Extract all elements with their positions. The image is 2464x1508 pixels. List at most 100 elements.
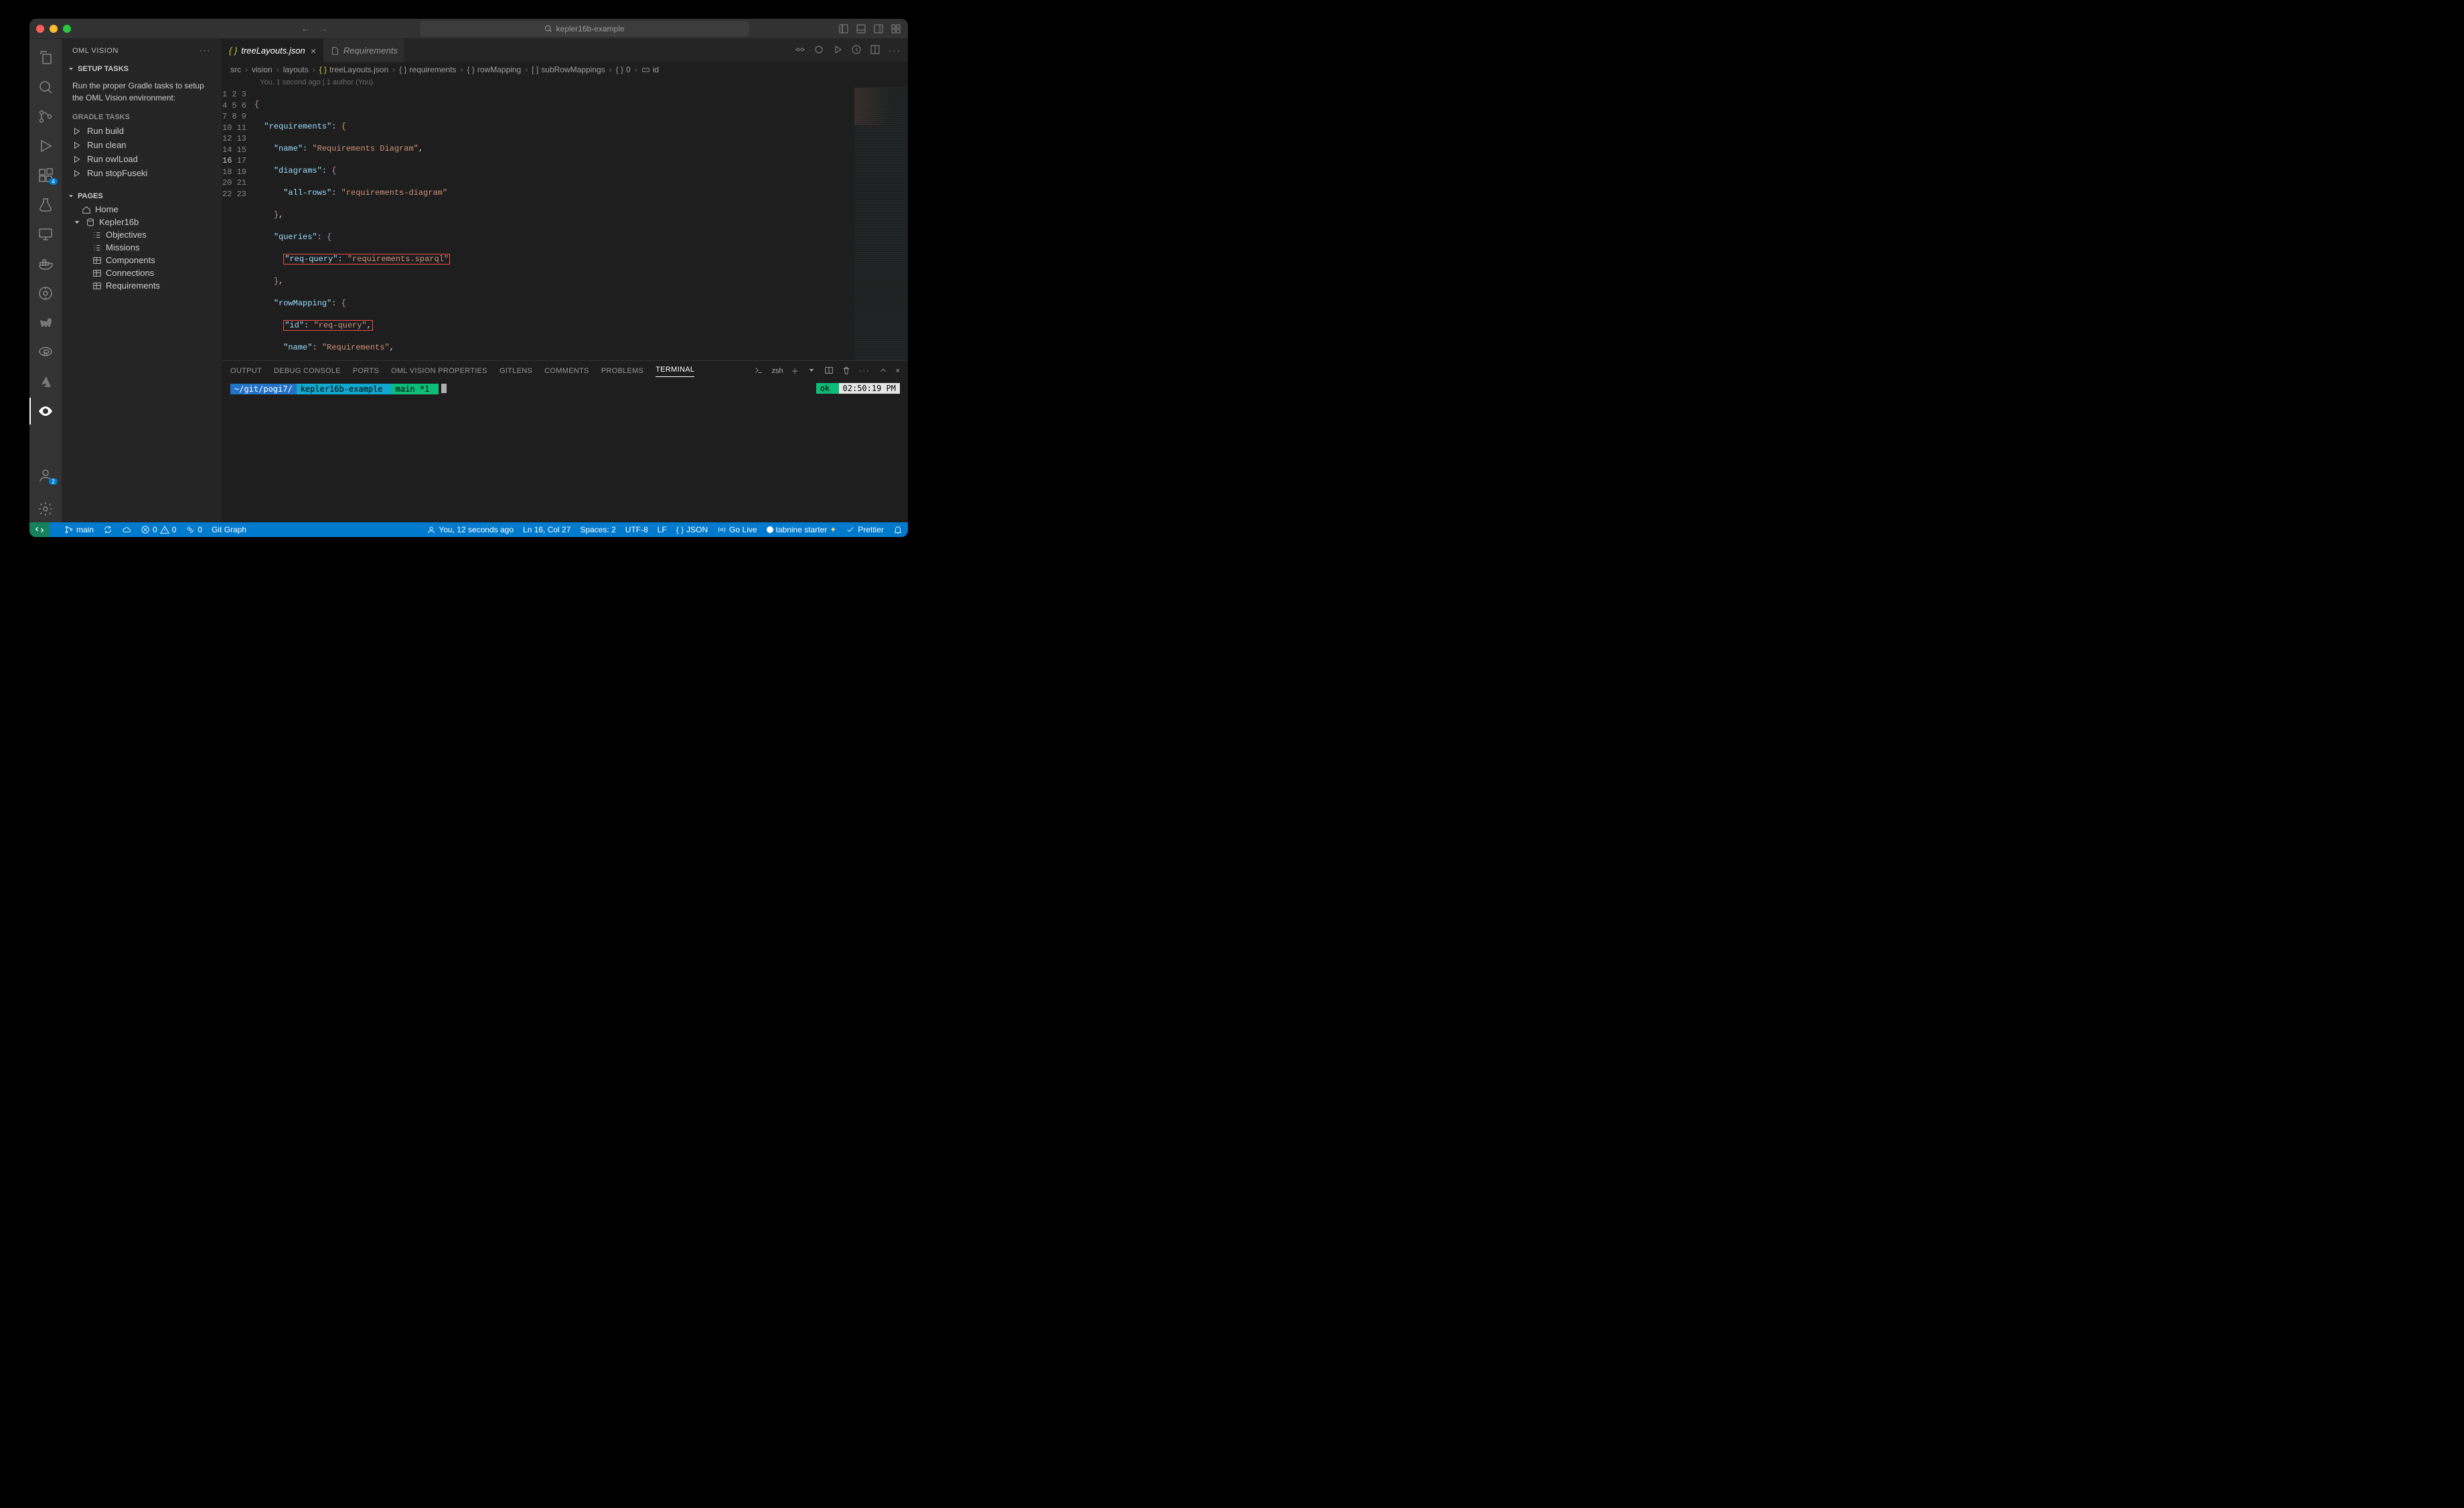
terminal-dropdown-icon[interactable]	[807, 366, 816, 377]
pages-components[interactable]: Components	[62, 254, 222, 267]
sidebar-more-icon[interactable]: ···	[200, 47, 211, 55]
minimap[interactable]	[854, 88, 908, 360]
nav-forward-button[interactable]: →	[317, 22, 331, 35]
pages-kepler-folder[interactable]: Kepler16b	[62, 216, 222, 228]
toggle-primary-sidebar-icon[interactable]	[838, 23, 849, 34]
more-actions-icon[interactable]: ···	[889, 46, 901, 56]
timeline-icon[interactable]	[851, 44, 862, 57]
tab-treelayouts[interactable]: { } treeLayouts.json ×	[222, 39, 323, 62]
pages-objectives[interactable]: Objectives	[62, 228, 222, 241]
gradle-task-stopfuseki[interactable]: Run stopFuseki	[62, 166, 222, 180]
toggle-secondary-sidebar-icon[interactable]	[873, 23, 884, 34]
tabnine-button[interactable]: tabnine starter ✦	[767, 525, 837, 534]
docker-icon[interactable]	[29, 250, 62, 277]
pages-home[interactable]: Home	[62, 203, 222, 216]
close-tab-icon[interactable]: ×	[311, 46, 316, 56]
blame-status[interactable]: You, 12 seconds ago	[427, 525, 514, 534]
close-window-button[interactable]	[36, 25, 44, 33]
panel-tab-problems[interactable]: PROBLEMS	[601, 367, 644, 375]
pages-requirements[interactable]: Requirements	[62, 279, 222, 292]
crumb[interactable]: vision	[252, 65, 273, 74]
item-label: Connections	[106, 268, 154, 278]
vscode-window: ← → kepler16b-example 4	[29, 19, 908, 537]
gitgraph-button[interactable]: Git Graph	[212, 525, 246, 534]
gradle-icon[interactable]	[29, 309, 62, 336]
r-icon[interactable]	[29, 339, 62, 366]
panel-tab-gitlens[interactable]: GITLENS	[499, 367, 532, 375]
remote-explorer-icon[interactable]	[29, 221, 62, 248]
panel-more-icon[interactable]: ···	[859, 367, 870, 375]
zoom-window-button[interactable]	[63, 25, 71, 33]
code-content[interactable]: { "requirements": { "name": "Requirement…	[254, 88, 908, 360]
golive-button[interactable]: Go Live	[717, 525, 757, 534]
blame-text: You, 12 seconds ago	[439, 525, 514, 534]
pages-header[interactable]: PAGES	[62, 190, 222, 203]
testing-icon[interactable]	[29, 192, 62, 218]
gradle-task-owlload[interactable]: Run owlLoad	[62, 152, 222, 166]
breadcrumb[interactable]: src› vision› layouts› { } treeLayouts.js…	[222, 62, 908, 77]
setup-tasks-header[interactable]: SETUP TASKS	[62, 62, 222, 76]
maximize-panel-icon[interactable]	[878, 366, 888, 377]
source-control-icon[interactable]	[29, 103, 62, 130]
nav-back-button[interactable]: ←	[299, 22, 313, 35]
panel-tab-terminal[interactable]: TERMINAL	[656, 366, 694, 377]
oml-vision-icon[interactable]	[29, 398, 62, 425]
crumb[interactable]: rowMapping	[477, 65, 521, 74]
settings-gear-icon[interactable]	[29, 496, 62, 522]
command-center[interactable]: kepler16b-example	[420, 21, 749, 36]
branch-button[interactable]: main	[64, 525, 94, 534]
minimize-window-button[interactable]	[50, 25, 58, 33]
terminal-shell-name[interactable]: zsh	[771, 367, 783, 375]
close-panel-icon[interactable]: ×	[896, 367, 900, 375]
crumb[interactable]: id	[653, 65, 659, 74]
panel-tab-comments[interactable]: COMMENTS	[544, 367, 589, 375]
terminal[interactable]: ok 02:50:19 PM ~/git/pogi7/kepler16b-exa…	[222, 381, 908, 522]
new-terminal-icon[interactable]: ＋	[791, 366, 799, 376]
notifications-button[interactable]	[893, 525, 903, 534]
crumb[interactable]: 0	[626, 65, 631, 74]
crumb[interactable]: src	[230, 65, 241, 74]
panel-tab-debug[interactable]: DEBUG CONSOLE	[274, 367, 341, 375]
prettier-button[interactable]: Prettier	[846, 525, 884, 534]
gitlens-toggle-icon[interactable]	[795, 44, 805, 57]
language-button[interactable]: { } JSON	[676, 525, 708, 534]
crumb[interactable]: layouts	[283, 65, 309, 74]
toggle-panel-icon[interactable]	[856, 23, 866, 34]
gitlens-icon[interactable]	[29, 280, 62, 307]
problems-button[interactable]: 0 0	[141, 525, 176, 534]
cloud-button[interactable]	[122, 525, 131, 534]
kill-terminal-icon[interactable]	[842, 366, 851, 377]
ports-button[interactable]: 0	[185, 525, 202, 534]
remote-button[interactable]	[29, 522, 50, 537]
crumb[interactable]: subRowMappings	[541, 65, 605, 74]
extensions-icon[interactable]: 4	[29, 162, 62, 189]
crumb[interactable]: treeLayouts.json	[329, 65, 388, 74]
accounts-icon[interactable]: 2	[29, 462, 62, 489]
search-icon[interactable]	[29, 74, 62, 100]
pages-connections[interactable]: Connections	[62, 267, 222, 279]
encoding-button[interactable]: UTF-8	[625, 525, 648, 534]
run-debug-icon[interactable]	[29, 133, 62, 159]
customize-layout-icon[interactable]	[891, 23, 901, 34]
sync-button[interactable]	[103, 525, 112, 534]
terminal-profile-icon[interactable]	[754, 366, 763, 377]
indentation-button[interactable]: Spaces: 2	[580, 525, 615, 534]
gradle-task-build[interactable]: Run build	[62, 124, 222, 138]
pages-missions[interactable]: Missions	[62, 241, 222, 254]
cursor-position[interactable]: Ln 16, Col 27	[523, 525, 570, 534]
split-terminal-icon[interactable]	[824, 366, 834, 377]
gradle-task-clean[interactable]: Run clean	[62, 138, 222, 152]
tab-requirements[interactable]: Requirements	[323, 39, 405, 62]
code-editor[interactable]: 1 2 3 4 5 6 7 8 9 10 11 12 13 14 15 16 1…	[222, 88, 908, 360]
explorer-icon[interactable]	[29, 44, 62, 71]
eol-button[interactable]: LF	[658, 525, 667, 534]
compare-icon[interactable]	[814, 44, 824, 57]
panel-tab-ports[interactable]: PORTS	[353, 367, 379, 375]
crumb[interactable]: requirements	[410, 65, 457, 74]
panel-tab-output[interactable]: OUTPUT	[230, 367, 262, 375]
panel-tab-omlvision[interactable]: OML VISION PROPERTIES	[391, 367, 487, 375]
run-icon[interactable]	[832, 44, 843, 57]
split-editor-icon[interactable]	[870, 44, 880, 57]
azure-icon[interactable]	[29, 368, 62, 395]
play-icon	[72, 169, 82, 178]
